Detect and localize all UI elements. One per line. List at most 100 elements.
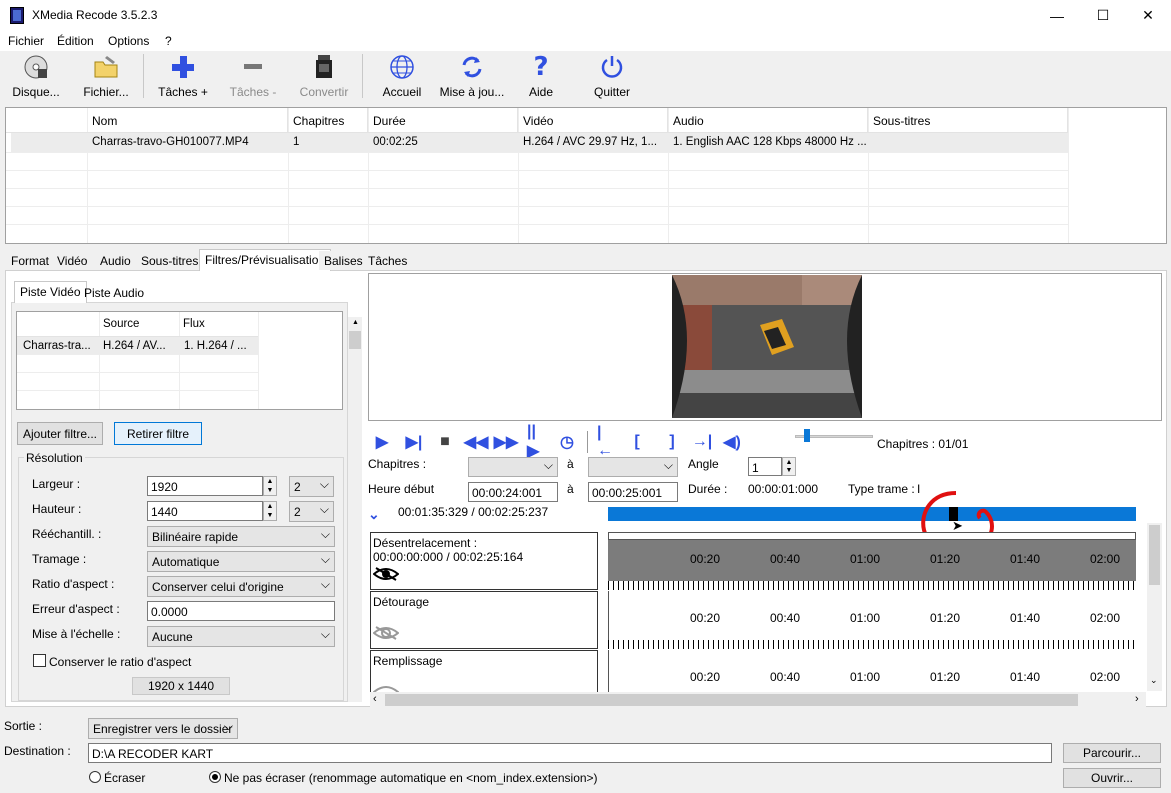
toolbar-separator	[362, 54, 363, 98]
angle-field[interactable]: 1	[748, 457, 782, 476]
subtab-video-track[interactable]: Piste Vidéo	[14, 281, 87, 303]
resolution-display: 1920 x 1440	[132, 677, 230, 695]
eye-disabled-icon[interactable]	[372, 625, 400, 644]
track-range-bar[interactable]	[608, 532, 1136, 540]
tab-tags[interactable]: Balises	[319, 251, 368, 270]
volume-icon[interactable]: ◀)	[722, 433, 742, 451]
update-button[interactable]: Mise à jou...	[438, 53, 506, 99]
tab-filters-preview[interactable]: Filtres/Prévisualisation	[199, 249, 332, 271]
timeline-slider[interactable]	[608, 507, 1136, 521]
tracks-horizontal-scrollbar[interactable]: ‹ ›	[370, 692, 1146, 708]
col-header-subtitles[interactable]: Sous-titres	[868, 108, 1068, 132]
height-spinner[interactable]: ▲ ▼	[263, 501, 277, 521]
tracks-vertical-scrollbar[interactable]: ⌄	[1147, 523, 1162, 691]
eye-icon[interactable]	[372, 566, 400, 585]
no-overwrite-radio[interactable]	[209, 771, 221, 783]
aspect-select[interactable]: Conserver celui d'origine	[147, 576, 335, 597]
tasks-remove-button[interactable]: Tâches -	[226, 53, 280, 99]
menu-fichier[interactable]: Fichier	[8, 34, 44, 48]
output-select[interactable]: Enregistrer vers le dossier	[88, 718, 238, 739]
left-scrollbar[interactable]: ▲	[348, 317, 362, 702]
dither-select[interactable]: Automatique	[147, 551, 335, 572]
col-header-chapters[interactable]: Chapitres	[288, 108, 368, 132]
browse-button[interactable]: Parcourir...	[1063, 743, 1161, 763]
col-header-name[interactable]: Nom	[87, 108, 288, 132]
add-filter-button[interactable]: Ajouter filtre...	[17, 422, 103, 445]
ruler-label: 01:40	[1010, 611, 1041, 625]
tab-video[interactable]: Vidéo	[52, 251, 93, 270]
start-time-field[interactable]: 00:00:24:001	[468, 482, 558, 502]
film-icon	[310, 53, 338, 81]
destination-field[interactable]: D:\A RECODER KART	[88, 743, 1052, 763]
height-mult-select[interactable]: 2	[289, 501, 334, 522]
tab-audio[interactable]: Audio	[95, 251, 136, 270]
help-button[interactable]: ? Aide	[521, 52, 561, 99]
rewind-icon[interactable]: ◀◀	[464, 433, 489, 451]
angle-spinner[interactable]: ▲ ▼	[782, 457, 796, 476]
remove-filter-button[interactable]: Retirer filtre	[114, 422, 202, 445]
maximize-button[interactable]: ☐	[1080, 0, 1126, 31]
menu-help[interactable]: ?	[165, 34, 172, 48]
disc-button[interactable]: Disque...	[10, 53, 62, 99]
quit-button[interactable]: Quitter	[588, 53, 636, 99]
chapter-end-select[interactable]	[588, 457, 678, 477]
play-icon[interactable]: ▶	[372, 433, 392, 451]
col-header-audio[interactable]: Audio	[668, 108, 868, 132]
convert-button[interactable]: Convertir	[295, 53, 353, 99]
angle-label: Angle	[688, 457, 719, 471]
stop-icon[interactable]: ■	[435, 433, 455, 451]
aspect-error-field[interactable]: 0.0000	[147, 601, 335, 621]
overwrite-radio[interactable]	[89, 771, 101, 783]
eye-disabled-icon[interactable]	[372, 684, 400, 692]
minimize-button[interactable]: —	[1034, 0, 1080, 31]
menu-options[interactable]: Options	[108, 34, 149, 48]
subtab-audio-track[interactable]: Piste Audio	[79, 283, 149, 303]
end-time-field[interactable]: 00:00:25:001	[588, 482, 678, 502]
width-spinner[interactable]: ▲ ▼	[263, 476, 277, 496]
resolution-title: Résolution	[24, 451, 85, 465]
tasks-remove-label: Tâches -	[229, 85, 277, 99]
skip-end-icon[interactable]: ||▶	[527, 423, 547, 460]
ruler-label: 01:00	[850, 670, 881, 684]
height-field[interactable]: 1440	[147, 501, 263, 521]
fast-forward-icon[interactable]: ▶▶	[494, 433, 519, 451]
go-to-start-icon[interactable]: |←	[597, 424, 617, 459]
stream-table[interactable]: Source Flux Charras-tra... H.264 / AV...…	[16, 311, 343, 410]
quit-label: Quitter	[593, 85, 630, 99]
power-icon	[598, 53, 626, 81]
mark-out-icon[interactable]: ]	[662, 433, 682, 451]
width-field[interactable]: 1920	[147, 476, 263, 496]
clock-icon[interactable]: ◷	[557, 433, 577, 451]
tab-tasks[interactable]: Tâches	[363, 251, 413, 270]
width-label: Largeur :	[32, 477, 81, 491]
keep-aspect-label: Conserver le ratio d'aspect	[49, 655, 192, 669]
menu-edition[interactable]: Édition	[57, 34, 94, 48]
col-header-video[interactable]: Vidéo	[518, 108, 668, 132]
collapse-chevron-icon[interactable]: ⌄	[368, 506, 380, 523]
ruler-label: 02:00	[1090, 552, 1121, 566]
col-header-duration[interactable]: Durée	[368, 108, 518, 132]
cell-video: H.264 / AVC 29.97 Hz, 1...	[523, 136, 658, 148]
file-button[interactable]: Fichier...	[80, 53, 132, 99]
resample-select[interactable]: Bilinéaire rapide	[147, 526, 335, 547]
mark-in-icon[interactable]: [	[627, 433, 647, 451]
next-frame-icon[interactable]: ▶|	[404, 433, 424, 451]
width-mult-select[interactable]: 2	[289, 476, 334, 497]
chapter-start-select[interactable]	[468, 457, 558, 477]
file-list[interactable]: Nom Chapitres Durée Vidéo Audio Sous-tit…	[5, 107, 1167, 244]
volume-slider-thumb[interactable]	[804, 429, 810, 442]
home-button[interactable]: Accueil	[376, 53, 428, 99]
open-button[interactable]: Ouvrir...	[1063, 768, 1161, 788]
go-to-end-icon[interactable]: →|	[692, 433, 712, 451]
keep-aspect-checkbox[interactable]	[33, 654, 46, 667]
start-time-label: Heure début	[368, 482, 435, 496]
cell-duration: 00:02:25	[373, 136, 418, 148]
tab-format[interactable]: Format	[6, 251, 55, 270]
duration-value: 00:00:01:000	[748, 482, 819, 496]
scale-select[interactable]: Aucune	[147, 626, 335, 647]
toolbar-separator	[143, 54, 144, 98]
tab-subtitles[interactable]: Sous-titres	[136, 251, 204, 270]
ruler-label: 00:20	[690, 670, 721, 684]
close-button[interactable]: ✕	[1125, 0, 1171, 31]
tasks-add-button[interactable]: Tâches +	[156, 53, 210, 99]
